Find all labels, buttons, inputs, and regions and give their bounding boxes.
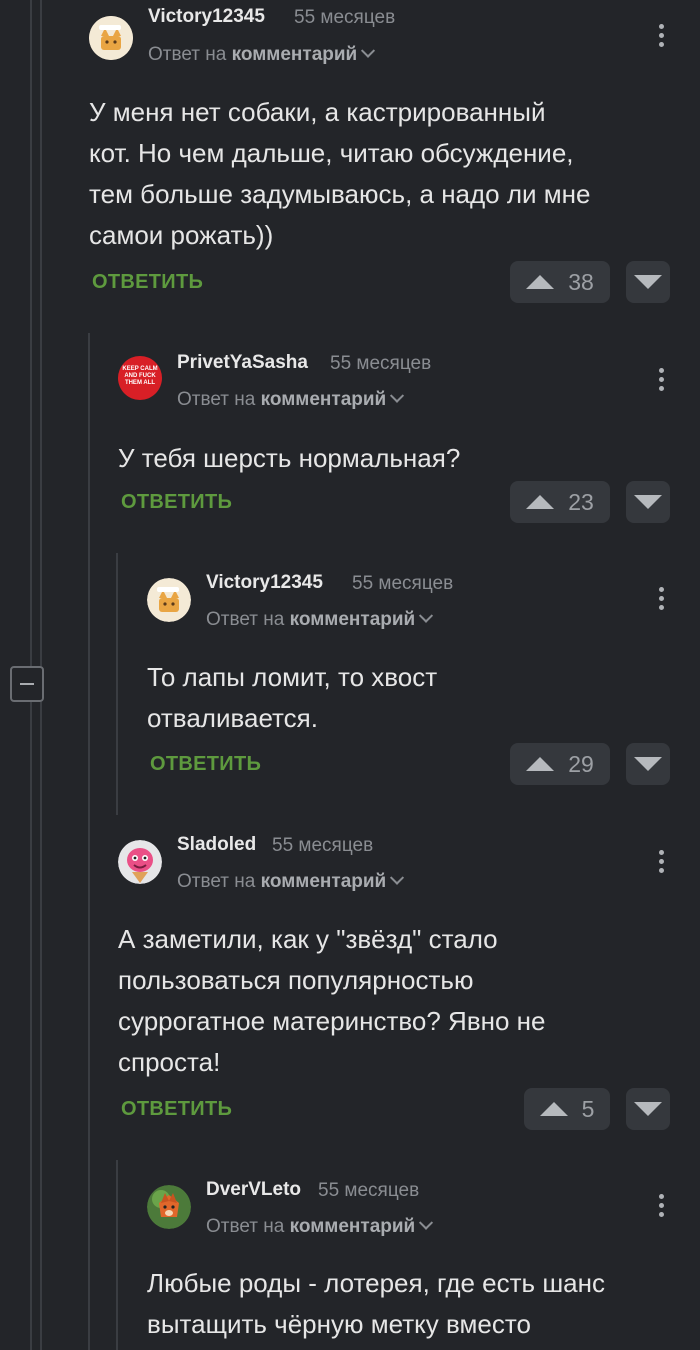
- reply-prefix: Ответ на: [206, 609, 285, 630]
- more-options-icon[interactable]: [659, 1194, 665, 1221]
- reply-button[interactable]: ОТВЕТИТЬ: [150, 753, 261, 776]
- reply-to[interactable]: Ответ на комментарий: [206, 1215, 434, 1238]
- pink-monster-avatar[interactable]: [118, 840, 162, 884]
- upvote-button[interactable]: 23: [510, 481, 610, 523]
- reply-to[interactable]: Ответ на комментарий: [177, 870, 405, 893]
- vote-count: 29: [568, 750, 594, 777]
- chevron-down-icon: [390, 870, 405, 885]
- reply-prefix: Ответ на: [206, 1216, 285, 1237]
- reply-button[interactable]: ОТВЕТИТЬ: [92, 271, 203, 294]
- upvote-button[interactable]: 5: [524, 1088, 610, 1130]
- avatar-text: KEEP CALM AND FUCK THEM ALL: [122, 366, 158, 386]
- downvote-button[interactable]: [626, 1088, 670, 1130]
- cat-avatar[interactable]: [89, 16, 133, 60]
- timestamp: 55 месяцев: [272, 835, 374, 856]
- reply-prefix: Ответ на: [177, 871, 256, 892]
- downvote-button[interactable]: [626, 261, 670, 303]
- more-options-icon[interactable]: [659, 24, 665, 51]
- cat-avatar[interactable]: [147, 578, 191, 622]
- reply-prefix: Ответ на: [177, 389, 256, 410]
- comment-text: То лапы ломит, то хвост отваливается.: [147, 662, 438, 733]
- upvote-icon: [526, 495, 555, 509]
- comment-text: У меня нет собаки, а кастрированный кот.…: [89, 97, 591, 250]
- reply-to[interactable]: Ответ на комментарий: [206, 608, 434, 631]
- thread-line: [116, 1160, 118, 1350]
- vote-count: 5: [581, 1095, 595, 1122]
- vote-count: 23: [568, 488, 594, 515]
- fox-avatar[interactable]: [147, 1185, 191, 1229]
- downvote-icon: [634, 1102, 662, 1116]
- thread-line: [30, 702, 32, 1350]
- reply-target[interactable]: комментарий: [290, 609, 416, 630]
- collapse-thread-button[interactable]: [10, 666, 44, 702]
- reply-button[interactable]: ОТВЕТИТЬ: [121, 1098, 232, 1121]
- thread-line: [40, 702, 42, 1350]
- username[interactable]: Sladoled: [177, 834, 256, 856]
- username[interactable]: Victory12345: [148, 6, 265, 28]
- thread-line: [40, 0, 42, 666]
- chevron-down-icon: [419, 608, 434, 623]
- reply-target[interactable]: комментарий: [261, 389, 387, 410]
- comment-text: Любые роды - лотерея, где есть шанс выта…: [147, 1268, 605, 1339]
- timestamp: 55 месяцев: [352, 573, 454, 594]
- more-options-icon[interactable]: [659, 850, 665, 877]
- comment-text: А заметили, как у "звёзд" стало пользова…: [118, 924, 546, 1077]
- username[interactable]: Victory12345: [206, 572, 323, 594]
- more-options-icon[interactable]: [659, 368, 665, 395]
- upvote-icon: [526, 275, 555, 289]
- chevron-down-icon: [390, 388, 405, 403]
- upvote-button[interactable]: 29: [510, 743, 610, 785]
- reply-target[interactable]: комментарий: [261, 871, 387, 892]
- timestamp: 55 месяцев: [294, 7, 396, 28]
- chevron-down-icon: [419, 1215, 434, 1230]
- upvote-icon: [539, 1102, 568, 1116]
- reply-target[interactable]: комментарий: [290, 1216, 416, 1237]
- timestamp: 55 месяцев: [318, 1180, 420, 1201]
- downvote-icon: [634, 757, 662, 771]
- timestamp: 55 месяцев: [330, 353, 432, 374]
- vote-count: 38: [568, 268, 594, 295]
- username[interactable]: DverVLeto: [206, 1179, 301, 1201]
- thread-line: [88, 333, 90, 1350]
- reply-prefix: Ответ на: [148, 44, 227, 65]
- more-options-icon[interactable]: [659, 587, 665, 614]
- username[interactable]: PrivetYaSasha: [177, 352, 308, 374]
- upvote-button[interactable]: 38: [510, 261, 610, 303]
- downvote-button[interactable]: [626, 481, 670, 523]
- downvote-icon: [634, 495, 662, 509]
- chevron-down-icon: [361, 43, 376, 58]
- thread-line: [30, 0, 32, 666]
- reply-target[interactable]: комментарий: [232, 44, 358, 65]
- keep-calm-avatar[interactable]: KEEP CALM AND FUCK THEM ALL: [118, 356, 162, 400]
- reply-to[interactable]: Ответ на комментарий: [148, 43, 376, 66]
- reply-to[interactable]: Ответ на комментарий: [177, 388, 405, 411]
- reply-button[interactable]: ОТВЕТИТЬ: [121, 491, 232, 514]
- downvote-icon: [634, 275, 662, 289]
- comment-text: У тебя шерсть нормальная?: [118, 443, 461, 473]
- downvote-button[interactable]: [626, 743, 670, 785]
- thread-line: [116, 553, 118, 815]
- upvote-icon: [526, 757, 555, 771]
